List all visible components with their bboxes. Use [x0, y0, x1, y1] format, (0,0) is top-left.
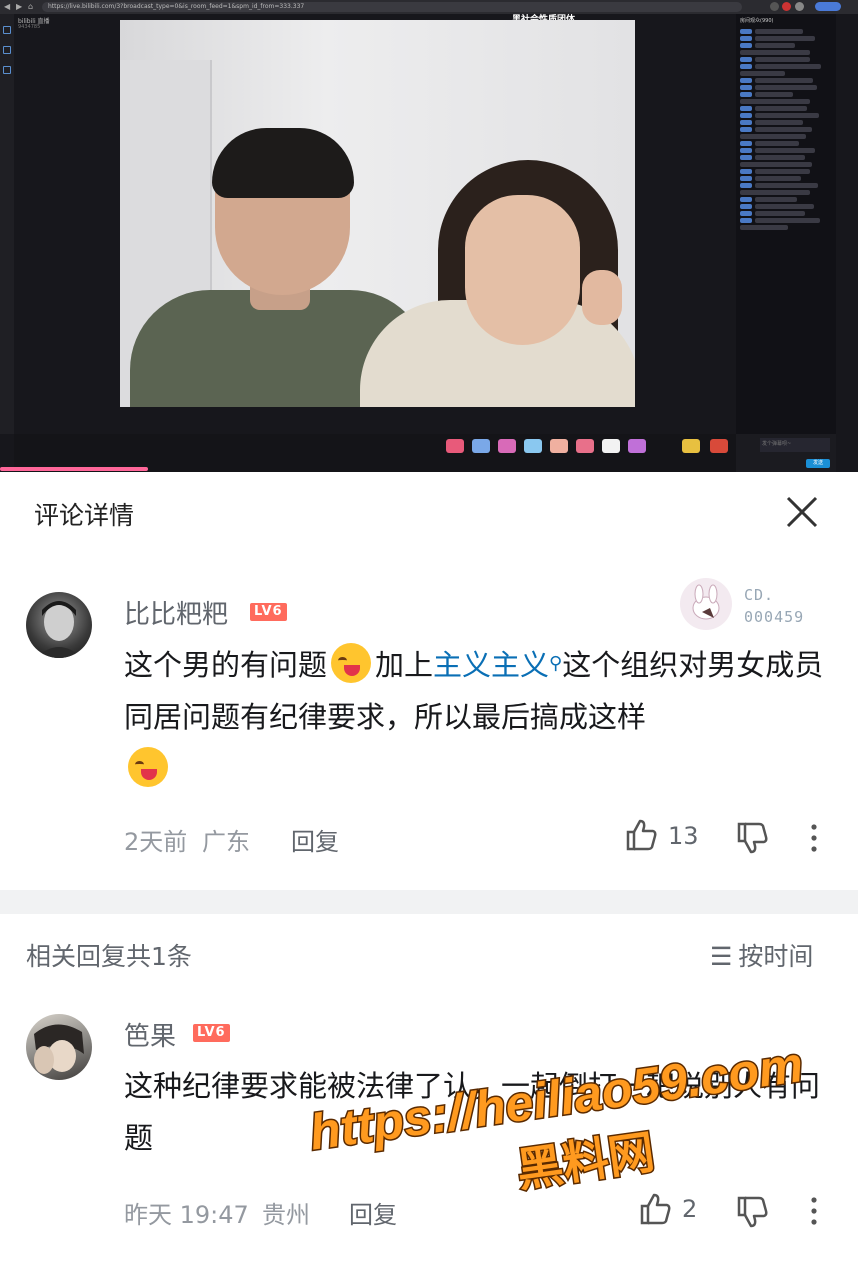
like-count: 13 — [668, 822, 699, 850]
comment-time: 2天前 — [124, 828, 188, 856]
live-stream-screenshot: ◀ ▶ ⌂ https://live.bilibili.com/3?broadc… — [0, 0, 858, 472]
thumbs-down-icon — [737, 1196, 768, 1228]
sort-button[interactable]: ☰ 按时间 — [710, 937, 813, 973]
home-icon[interactable]: ⌂ — [28, 2, 33, 11]
more-menu-button[interactable] — [806, 822, 822, 858]
gift-icon[interactable] — [576, 439, 594, 453]
avatar[interactable] — [26, 1014, 92, 1080]
like-button[interactable] — [624, 818, 658, 856]
level-badge: LV6 — [250, 603, 287, 621]
gift-icon[interactable] — [498, 439, 516, 453]
more-menu-button[interactable] — [806, 1195, 822, 1231]
address-bar[interactable]: https://live.bilibili.com/3?broadcast_ty… — [42, 2, 742, 12]
gift-icon[interactable] — [710, 439, 728, 453]
laugh-emoji-icon — [128, 747, 168, 787]
chat-input-area: 发个弹幕呗~ 发送 — [736, 434, 836, 472]
avatar[interactable] — [26, 592, 92, 658]
thumbs-down-icon — [737, 822, 768, 854]
fan-badge-icon — [680, 578, 732, 630]
sidebar-icon[interactable] — [3, 26, 11, 34]
live-chat-panel: 房间观众(990) — [736, 14, 836, 434]
close-icon — [786, 496, 818, 528]
section-divider — [0, 890, 858, 914]
like-button[interactable] — [638, 1192, 672, 1230]
comment-username[interactable]: 比比粑粑 — [124, 594, 228, 631]
more-icon — [811, 1197, 817, 1225]
dislike-button[interactable] — [735, 1195, 769, 1233]
gift-icon[interactable] — [524, 439, 542, 453]
reply-time: 昨天 19:47 — [124, 1201, 249, 1229]
reply-text: 这种纪律要求能被法律了认，一起倒打一耙说别人有问题 — [124, 1069, 821, 1155]
page-title: 评论详情 — [34, 501, 135, 530]
video-player[interactable] — [120, 20, 635, 407]
search-icon[interactable]: ⚲ — [549, 653, 562, 674]
sidebar-icon[interactable] — [3, 46, 11, 54]
level-badge: LV6 — [193, 1024, 230, 1042]
profile-icon[interactable] — [815, 2, 841, 11]
reply-username[interactable]: 笆果 — [124, 1016, 176, 1053]
keyword-link[interactable]: 主义主义 — [433, 648, 549, 682]
like-count: 2 — [682, 1195, 698, 1223]
reply-button[interactable]: 回复 — [349, 1195, 397, 1230]
extension-icon[interactable] — [795, 2, 804, 11]
gift-icon[interactable] — [446, 439, 464, 453]
dislike-button[interactable] — [735, 821, 769, 859]
laugh-emoji-icon — [331, 643, 372, 683]
progress-bar — [0, 467, 148, 471]
browser-bar: ◀ ▶ ⌂ https://live.bilibili.com/3?broadc… — [0, 0, 858, 14]
send-button[interactable]: 发送 — [806, 459, 830, 468]
gift-icon[interactable] — [550, 439, 568, 453]
forward-icon[interactable]: ▶ — [16, 2, 22, 11]
sidebar-icon[interactable] — [3, 66, 11, 74]
related-replies-label: 相关回复共1条 — [26, 942, 192, 971]
sort-icon: ☰ — [710, 942, 733, 971]
thumbs-up-icon — [626, 819, 657, 851]
close-button[interactable] — [780, 490, 824, 534]
back-icon[interactable]: ◀ — [4, 2, 10, 11]
room-id: 9434785 — [18, 24, 41, 30]
reply-location: 贵州 — [262, 1201, 310, 1229]
comment-text: 这个男的有问题 加上主义主义⚲这个组织对男女成员同居问题有纪律要求，所以最后搞成这… — [124, 638, 834, 795]
reply-button[interactable]: 回复 — [291, 822, 339, 857]
extension-icon[interactable] — [770, 2, 779, 11]
extension-icon[interactable] — [782, 2, 791, 11]
gift-icon[interactable] — [628, 439, 646, 453]
gift-icon[interactable] — [602, 439, 620, 453]
fan-id: CD. 000459 — [744, 586, 805, 626]
comment-location: 广东 — [202, 828, 250, 856]
browser-sidebar — [0, 14, 14, 434]
chat-header: 房间观众(990) — [740, 18, 774, 24]
thumbs-up-icon — [640, 1193, 671, 1225]
gift-icon[interactable] — [472, 439, 490, 453]
danmaku-input[interactable]: 发个弹幕呗~ — [760, 438, 830, 452]
gift-icon[interactable] — [682, 439, 700, 453]
more-icon — [811, 824, 817, 852]
